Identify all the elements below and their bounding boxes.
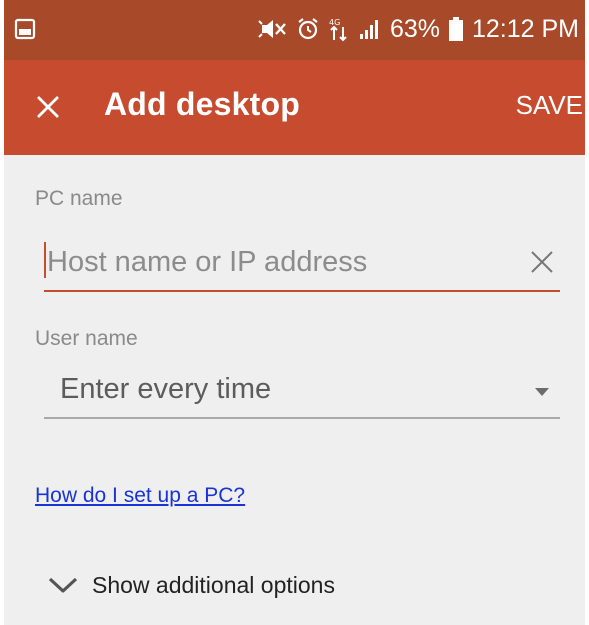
pc-name-field[interactable] xyxy=(44,236,560,294)
user-name-label: User name xyxy=(35,327,138,350)
close-icon xyxy=(37,96,59,118)
show-additional-options-label: Show additional options xyxy=(92,571,335,598)
user-name-dropdown[interactable]: Enter every time xyxy=(44,365,560,421)
status-icons: 4G 63% 12:12 PM xyxy=(258,12,579,46)
clock: 12:12 PM xyxy=(471,14,579,43)
show-additional-options-toggle[interactable]: Show additional options xyxy=(48,565,335,605)
pc-name-input[interactable] xyxy=(47,236,517,288)
clear-input-button[interactable] xyxy=(524,244,560,280)
data-arrows-icon: 4G xyxy=(328,16,350,42)
battery-percent: 63% xyxy=(389,14,440,43)
clear-icon xyxy=(531,251,553,273)
mute-icon xyxy=(258,17,288,41)
text-cursor xyxy=(44,242,46,278)
pc-name-underline xyxy=(44,290,560,292)
dropdown-arrow-icon xyxy=(535,388,549,396)
gallery-icon xyxy=(14,18,38,40)
page-title: Add desktop xyxy=(104,86,300,122)
setup-help-link[interactable]: How do I set up a PC? xyxy=(35,484,245,508)
pc-name-label: PC name xyxy=(35,187,123,210)
app-screen: 4G 63% 12:12 PM Add desktop SAVE PC name… xyxy=(4,0,585,625)
alarm-icon xyxy=(296,17,320,41)
user-name-underline xyxy=(44,417,560,419)
status-bar: 4G 63% 12:12 PM xyxy=(4,0,585,60)
signal-icon xyxy=(358,17,382,41)
user-name-selected-value: Enter every time xyxy=(60,373,272,405)
close-button[interactable] xyxy=(26,85,70,129)
chevron-down-icon xyxy=(48,577,78,593)
battery-icon xyxy=(448,16,464,42)
svg-text:4G: 4G xyxy=(329,18,340,27)
save-button[interactable]: SAVE xyxy=(516,88,583,123)
app-bar: Add desktop SAVE xyxy=(4,60,585,155)
